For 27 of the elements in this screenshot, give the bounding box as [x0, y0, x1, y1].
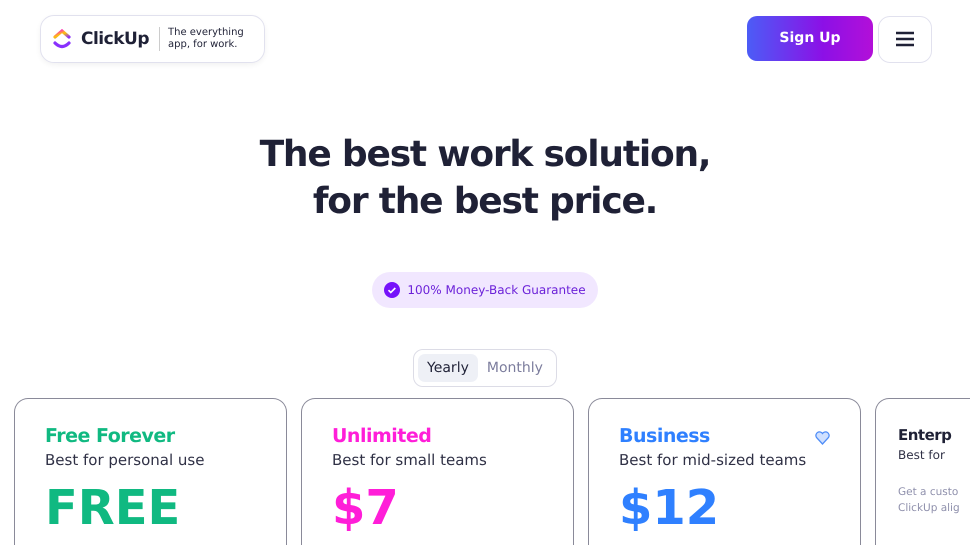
heart-icon[interactable] [815, 431, 830, 445]
plan-description: Get a custo [898, 485, 960, 500]
plan-subtitle: Best for personal use [45, 451, 206, 469]
plan-subtitle: Best for [898, 448, 946, 462]
plan-price: $12 [619, 483, 720, 533]
guarantee-text: 100% Money-Back Guarantee [407, 283, 586, 297]
hero-heading: The best work solution, [260, 133, 710, 177]
plan-subtitle: Best for small teams [332, 451, 488, 469]
plan-subtitle: Best for mid-sized teams [619, 451, 808, 469]
plan-description: ClickUp alig [898, 501, 961, 516]
billing-tab[interactable]: Yearly [418, 354, 478, 382]
plan-name: Free Forever [45, 425, 175, 447]
menu-button[interactable] [878, 16, 932, 62]
plan-price: FREE [45, 483, 182, 533]
hero-heading: for the best price. [312, 180, 658, 224]
plan-name: Enterp [898, 426, 952, 444]
plan-price: $7 [332, 483, 400, 533]
plan-name: Unlimited [332, 425, 432, 447]
menu-icon [896, 31, 914, 47]
brand-name: ClickUp [81, 29, 149, 49]
sign-up-button[interactable]: Sign Up [747, 16, 873, 60]
logo-icon [53, 29, 71, 49]
billing-tab[interactable]: Monthly [478, 354, 552, 382]
plan-name: Business [619, 425, 710, 447]
check-icon [384, 282, 400, 298]
brand-tagline: The everything app, for work. [159, 27, 248, 51]
logo-badge[interactable]: ClickUp The everything app, for work. [40, 15, 265, 63]
